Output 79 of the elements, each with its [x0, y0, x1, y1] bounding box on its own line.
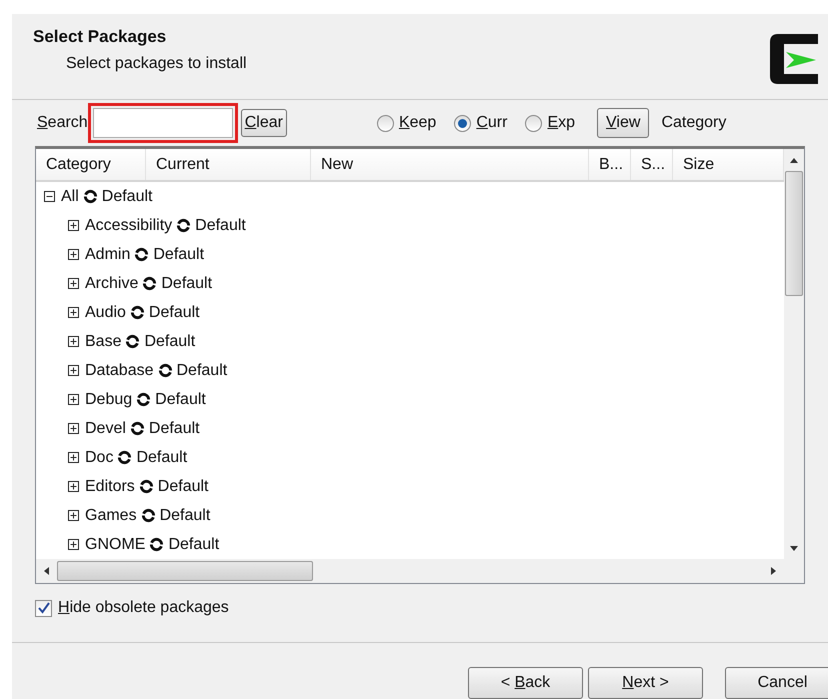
category-name: Games [85, 506, 137, 526]
view-radio[interactable]: Exp [525, 111, 576, 136]
checkbox[interactable] [35, 600, 52, 616]
cycle-icon[interactable] [130, 421, 145, 436]
expand-icon[interactable] [68, 220, 79, 231]
collapse-icon[interactable] [44, 191, 55, 202]
view-mode-label: Category [661, 113, 726, 134]
scroll-left-icon[interactable] [44, 567, 49, 575]
category-name: Audio [85, 302, 126, 322]
view-radio[interactable]: Curr [454, 111, 508, 136]
scroll-right-icon[interactable] [771, 567, 776, 575]
category-name: Doc [85, 448, 114, 468]
action-label[interactable]: Default [195, 214, 246, 238]
scroll-down-icon[interactable] [790, 546, 798, 550]
action-label[interactable]: Default [102, 184, 152, 208]
view-radio[interactable]: Keep [376, 111, 436, 136]
view-button[interactable]: View [597, 108, 650, 138]
category-name: Base [85, 332, 122, 352]
cycle-icon[interactable] [158, 363, 172, 378]
expand-icon[interactable] [68, 278, 79, 289]
action-label[interactable]: Default [144, 330, 196, 354]
category-name: Editors [85, 476, 135, 496]
scroll-up-icon[interactable] [790, 158, 798, 162]
category-name: Database [85, 360, 154, 380]
cycle-icon[interactable] [130, 305, 145, 320]
category-name: Debug [85, 390, 132, 410]
action-label[interactable]: Default [148, 300, 200, 324]
category-name: Admin [85, 244, 130, 264]
cycle-icon[interactable] [142, 276, 158, 291]
cycle-icon[interactable] [136, 392, 152, 407]
page-subtitle: Select packages to install [66, 54, 247, 74]
action-label[interactable]: Default [148, 416, 200, 440]
page-title: Select Packages [33, 26, 168, 48]
action-label[interactable]: Default [136, 446, 188, 470]
expand-icon[interactable] [68, 452, 79, 463]
cycle-icon[interactable] [149, 537, 164, 552]
search-field[interactable] [92, 108, 233, 138]
action-label[interactable]: Default [160, 504, 210, 528]
cycle-icon[interactable] [140, 508, 156, 523]
vertical-scrollbar[interactable] [784, 149, 804, 559]
column-header[interactable]: S... [631, 149, 673, 180]
cycle-icon[interactable] [176, 218, 192, 233]
clear-button[interactable]: Clear [240, 109, 287, 138]
cycle-icon[interactable] [138, 479, 154, 494]
wizard-button[interactable]: < Back [468, 667, 583, 699]
expand-icon[interactable] [68, 307, 79, 318]
expand-icon[interactable] [68, 423, 79, 434]
expand-icon[interactable] [68, 539, 79, 550]
cycle-icon[interactable] [117, 450, 132, 465]
expand-icon[interactable] [68, 481, 79, 492]
category-name: Accessibility [85, 216, 172, 236]
wizard-button[interactable]: Next > [588, 667, 703, 699]
action-label[interactable]: Default [168, 532, 220, 556]
action-label[interactable]: Default [161, 272, 212, 296]
category-name: Devel [85, 418, 126, 438]
checkbox-label[interactable]: Hide obsolete packages [58, 596, 229, 620]
expand-icon[interactable] [68, 336, 79, 347]
cycle-icon[interactable] [125, 334, 140, 349]
action-label[interactable]: Default [153, 242, 204, 266]
action-label[interactable]: Default [155, 388, 206, 412]
column-header[interactable]: Category [36, 149, 146, 180]
logo-icon [768, 32, 820, 86]
wizard-button[interactable]: Cancel [725, 667, 828, 699]
search-label: Search [37, 113, 88, 134]
expand-icon[interactable] [68, 394, 79, 405]
column-header[interactable]: New [311, 149, 589, 180]
expand-icon[interactable] [68, 365, 79, 376]
category-name: GNOME [85, 534, 146, 554]
expand-icon[interactable] [68, 510, 79, 521]
cycle-icon[interactable] [134, 247, 150, 262]
action-label[interactable]: Default [158, 474, 208, 498]
horizontal-scrollbar[interactable] [36, 559, 804, 583]
column-header[interactable]: Current [146, 149, 311, 180]
category-name: All [61, 186, 79, 206]
expand-icon[interactable] [68, 249, 79, 260]
category-name: Archive [85, 274, 138, 294]
action-label[interactable]: Default [176, 358, 228, 382]
cycle-icon[interactable] [82, 189, 98, 204]
column-header[interactable]: B... [589, 149, 631, 180]
